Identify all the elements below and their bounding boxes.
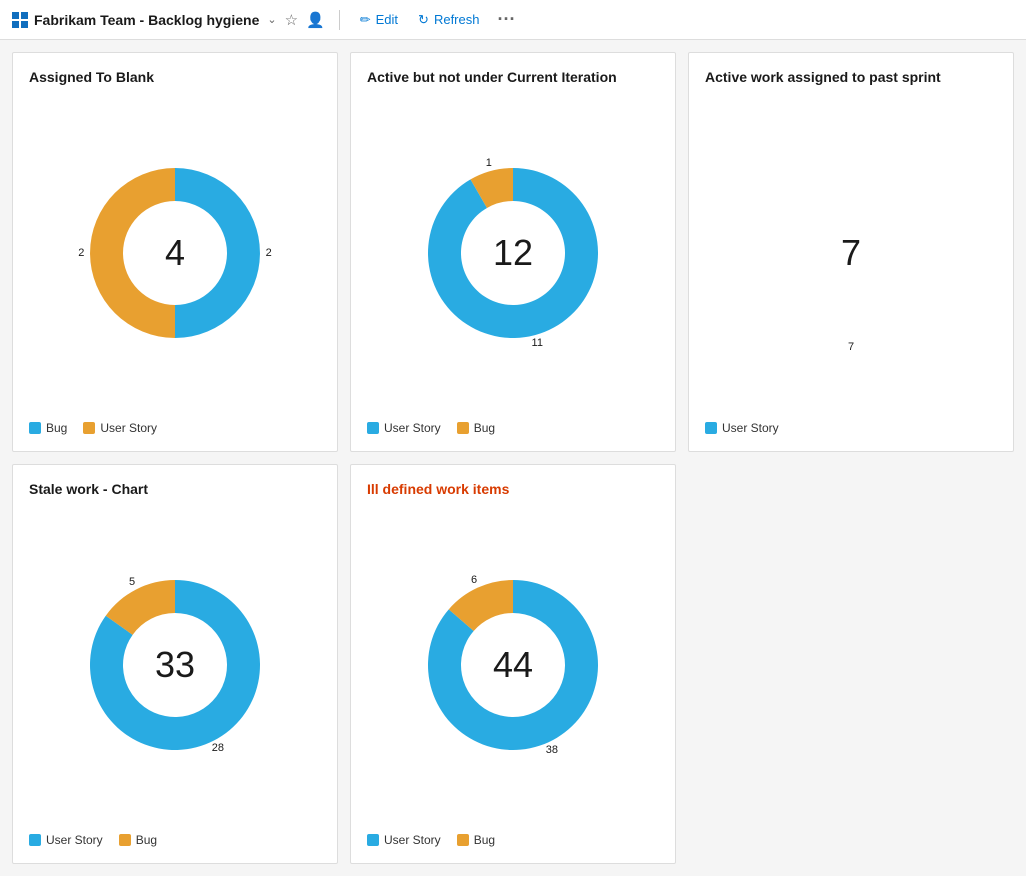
chart-area-assigned-to-blank: 4 2 2 <box>29 97 321 409</box>
chart-card-stale-work: Stale work - Chart 33 28 5 User Story Bug <box>12 464 338 864</box>
legend-item-assigned-to-blank-User-Story: User Story <box>83 421 157 435</box>
person-icon[interactable]: 👤 <box>306 11 325 29</box>
chart-card-active-past-sprint: Active work assigned to past sprint77Use… <box>688 52 1014 452</box>
segment-label-ill-defined-work-0: 38 <box>546 744 558 756</box>
legend-label-Bug: Bug <box>136 833 157 847</box>
chart-card-ill-defined-work: Ill defined work items 44 38 6 User Story Bug <box>350 464 676 864</box>
legend-dot-User-Story <box>367 834 379 846</box>
edit-button[interactable]: ✏ Edit <box>354 8 404 32</box>
chart-title-active-not-current-iteration: Active but not under Current Iteration <box>367 69 659 85</box>
legend-active-past-sprint: User Story <box>705 421 997 435</box>
donut-wrapper-active-not-current-iteration: 12111 <box>413 153 613 353</box>
chart-area-active-past-sprint: 77 <box>705 97 997 409</box>
segment-label-assigned-to-blank-1: 2 <box>78 247 84 259</box>
edit-icon: ✏ <box>360 12 371 28</box>
chart-card-assigned-to-blank: Assigned To Blank 4 2 2 Bug User Story <box>12 52 338 452</box>
legend-dot-Bug <box>29 422 41 434</box>
legend-ill-defined-work: User Story Bug <box>367 833 659 847</box>
dashboard-title: Fabrikam Team - Backlog hygiene <box>34 12 259 28</box>
legend-item-ill-defined-work-Bug: Bug <box>457 833 495 847</box>
legend-label-User-Story: User Story <box>100 421 157 435</box>
chart-title-stale-work: Stale work - Chart <box>29 481 321 497</box>
legend-label-User-Story: User Story <box>722 421 779 435</box>
legend-dot-Bug <box>457 422 469 434</box>
legend-dot-Bug <box>457 834 469 846</box>
dashboard-grid: Assigned To Blank422BugUser StoryActive … <box>0 40 1026 876</box>
divider <box>339 10 340 30</box>
refresh-icon: ↻ <box>418 12 429 28</box>
legend-item-stale-work-User-Story: User Story <box>29 833 103 847</box>
chart-area-active-not-current-iteration: 12111 <box>367 97 659 409</box>
donut-wrapper-stale-work: 33 28 5 <box>75 565 275 765</box>
legend-stale-work: User Story Bug <box>29 833 321 847</box>
chart-title-ill-defined-work: Ill defined work items <box>367 481 659 497</box>
chart-area-ill-defined-work: 44 38 6 <box>367 509 659 821</box>
legend-item-ill-defined-work-User-Story: User Story <box>367 833 441 847</box>
legend-item-active-past-sprint-User-Story: User Story <box>705 421 779 435</box>
legend-dot-User-Story <box>705 422 717 434</box>
grid-icon <box>12 12 28 28</box>
legend-item-assigned-to-blank-Bug: Bug <box>29 421 67 435</box>
segment-label-stale-work-1: 5 <box>129 576 135 588</box>
legend-label-Bug: Bug <box>46 421 67 435</box>
legend-item-active-not-current-iteration-User-Story: User Story <box>367 421 441 435</box>
legend-dot-User-Story <box>367 422 379 434</box>
legend-dot-Bug <box>119 834 131 846</box>
legend-item-stale-work-Bug: Bug <box>119 833 157 847</box>
legend-label-User-Story: User Story <box>384 421 441 435</box>
top-bar: Fabrikam Team - Backlog hygiene ⌄ ☆ 👤 ✏ … <box>0 0 1026 40</box>
donut-wrapper-ill-defined-work: 44 38 6 <box>413 565 613 765</box>
legend-active-not-current-iteration: User Story Bug <box>367 421 659 435</box>
more-options-button[interactable]: ··· <box>493 9 519 30</box>
donut-center-ill-defined-work: 44 <box>493 644 533 686</box>
donut-center-stale-work: 33 <box>155 644 195 686</box>
segment-label-stale-work-0: 28 <box>212 742 224 754</box>
app-title-area: Fabrikam Team - Backlog hygiene <box>12 12 259 28</box>
refresh-button[interactable]: ↻ Refresh <box>412 8 485 32</box>
legend-label-Bug: Bug <box>474 833 495 847</box>
segment-label-active-not-current-iteration-0: 11 <box>532 337 543 349</box>
donut-center-active-past-sprint: 7 <box>841 232 861 274</box>
segment-label-active-past-sprint-0: 7 <box>848 341 854 353</box>
donut-wrapper-active-past-sprint: 77 <box>751 153 951 353</box>
legend-label-User-Story: User Story <box>384 833 441 847</box>
star-icon[interactable]: ☆ <box>285 11 298 29</box>
donut-wrapper-assigned-to-blank: 4 2 2 <box>75 153 275 353</box>
legend-label-Bug: Bug <box>474 421 495 435</box>
legend-dot-User-Story <box>83 422 95 434</box>
chart-title-assigned-to-blank: Assigned To Blank <box>29 69 321 85</box>
legend-label-User-Story: User Story <box>46 833 103 847</box>
donut-center-active-not-current-iteration: 12 <box>493 232 533 274</box>
donut-center-assigned-to-blank: 4 <box>165 232 185 274</box>
segment-label-assigned-to-blank-0: 2 <box>266 247 272 259</box>
empty-card <box>688 464 1014 864</box>
legend-dot-User-Story <box>29 834 41 846</box>
chart-card-active-not-current-iteration: Active but not under Current Iteration 12… <box>350 52 676 452</box>
chart-area-stale-work: 33 28 5 <box>29 509 321 821</box>
legend-assigned-to-blank: Bug User Story <box>29 421 321 435</box>
segment-label-active-not-current-iteration-1: 1 <box>486 157 492 169</box>
legend-item-active-not-current-iteration-Bug: Bug <box>457 421 495 435</box>
segment-label-ill-defined-work-1: 6 <box>471 574 477 586</box>
chart-title-active-past-sprint: Active work assigned to past sprint <box>705 69 997 85</box>
chevron-down-icon[interactable]: ⌄ <box>267 13 276 26</box>
